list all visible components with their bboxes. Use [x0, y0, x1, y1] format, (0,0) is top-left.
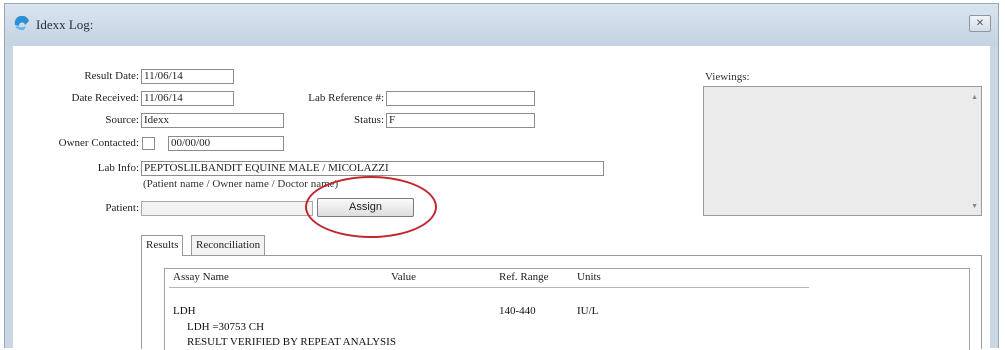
- scroll-up-icon[interactable]: ▲: [971, 94, 978, 101]
- header-divider: [169, 287, 809, 288]
- viewings-label: Viewings:: [705, 71, 750, 83]
- column-header-ref-range: Ref. Range: [499, 271, 549, 283]
- lab-info-field[interactable]: PEPTOSLILBANDIT EQUINE MALE / MICOLAZZI: [141, 161, 604, 176]
- column-header-value: Value: [391, 271, 417, 283]
- results-table: Assay Name Value Ref. Range Units LDH 14…: [164, 268, 970, 350]
- result-detail-line: RESULT VERIFIED BY REPEAT ANALYSIS: [187, 336, 396, 348]
- assign-button[interactable]: Assign: [317, 198, 414, 217]
- lab-info-hint: (Patient name / Owner name / Doctor name…: [143, 178, 339, 190]
- lab-reference-label: Lab Reference #:: [308, 92, 384, 104]
- tab-results[interactable]: Results: [141, 235, 184, 256]
- assay-name-cell: LDH: [173, 305, 196, 317]
- title-bar: Idexx Log: ✕: [5, 4, 998, 46]
- close-button[interactable]: ✕: [969, 15, 991, 32]
- column-header-assay-name: Assay Name: [173, 271, 229, 283]
- lab-reference-field[interactable]: [386, 91, 535, 106]
- patient-label: Patient:: [105, 202, 139, 214]
- result-date-field[interactable]: 11/06/14: [141, 69, 234, 84]
- close-icon: ✕: [975, 18, 985, 29]
- result-detail-line: LDH =30753 CH: [187, 321, 265, 333]
- results-tab-panel: Assay Name Value Ref. Range Units LDH 14…: [141, 255, 982, 350]
- dialog-content: Result Date: 11/06/14 Date Received: 11/…: [13, 46, 990, 350]
- window-title: Idexx Log:: [36, 17, 94, 32]
- result-date-label: Result Date:: [84, 70, 139, 82]
- idexx-log-window: Idexx Log: ✕ Result Date: 11/06/14 Date …: [4, 3, 999, 350]
- units-cell: IU/L: [577, 305, 599, 317]
- date-received-label: Date Received:: [71, 92, 140, 104]
- app-logo-icon: [14, 16, 29, 31]
- owner-contacted-checkbox[interactable]: [142, 137, 155, 150]
- scroll-down-icon[interactable]: ▼: [971, 203, 978, 210]
- status-field[interactable]: F: [386, 113, 535, 128]
- ref-range-cell: 140-440: [499, 305, 536, 317]
- patient-field[interactable]: [141, 201, 313, 216]
- viewings-list[interactable]: ▲ ▼: [703, 86, 982, 216]
- lab-info-label: Lab Info:: [97, 162, 139, 174]
- status-label: Status:: [354, 114, 384, 126]
- date-received-field[interactable]: 11/06/14: [141, 91, 234, 106]
- source-label: Source:: [105, 114, 139, 126]
- column-header-units: Units: [577, 271, 601, 283]
- tab-reconciliation[interactable]: Reconciliation: [191, 235, 266, 255]
- owner-contacted-label: Owner Contacted:: [58, 137, 139, 149]
- owner-contacted-date-field[interactable]: 00/00/00: [168, 136, 284, 151]
